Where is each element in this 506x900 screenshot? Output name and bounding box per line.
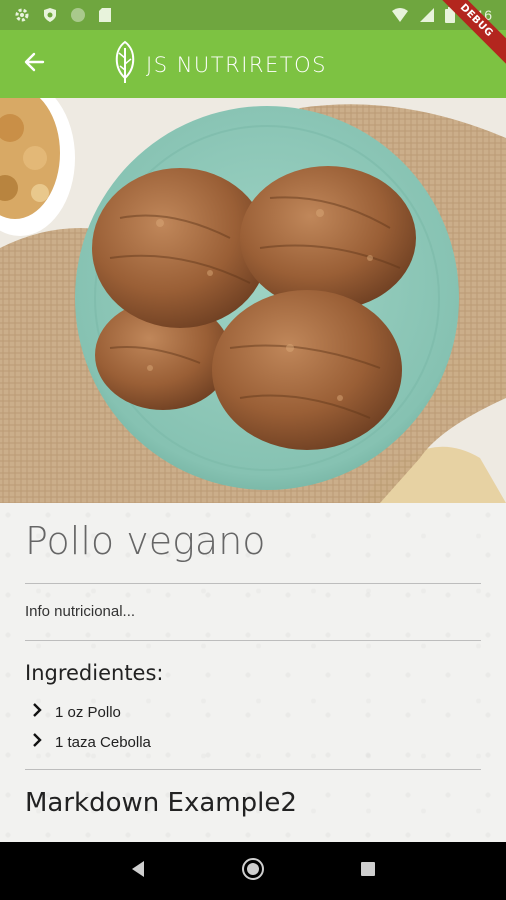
recipe-hero-image bbox=[0, 98, 506, 503]
status-bar: 7:16 bbox=[0, 0, 506, 30]
shield-icon bbox=[42, 7, 58, 23]
nav-recents-button[interactable] bbox=[348, 851, 388, 891]
markdown-heading: Markdown Example2 bbox=[25, 788, 297, 818]
divider bbox=[25, 769, 481, 770]
signal-icon bbox=[419, 7, 435, 23]
arrow-back-icon bbox=[23, 51, 45, 78]
ingredients-list: 1 oz Pollo 1 taza Cebolla bbox=[25, 697, 481, 757]
nutrition-info[interactable]: Info nutricional... bbox=[25, 603, 481, 621]
app-bar: JS NUTRIRETOS bbox=[0, 30, 506, 98]
circle-icon bbox=[70, 7, 86, 23]
recipe-title: Pollo vegano bbox=[25, 519, 266, 563]
divider bbox=[25, 583, 481, 584]
ingredient-item: 1 taza Cebolla bbox=[25, 727, 481, 757]
chevron-right-icon bbox=[31, 702, 49, 722]
divider bbox=[25, 640, 481, 641]
ingredients-heading: Ingredientes: bbox=[25, 661, 164, 685]
leaf-icon bbox=[112, 40, 138, 89]
ingredient-item: 1 oz Pollo bbox=[25, 697, 481, 727]
ingredient-text: 1 taza Cebolla bbox=[55, 733, 151, 751]
back-button[interactable] bbox=[18, 50, 50, 78]
app-title: JS NUTRIRETOS bbox=[146, 52, 327, 77]
wifi-icon bbox=[391, 7, 409, 23]
ingredient-text: 1 oz Pollo bbox=[55, 703, 121, 721]
settings-icon bbox=[14, 7, 30, 23]
nav-back-button[interactable] bbox=[118, 851, 158, 891]
nav-home-button[interactable] bbox=[233, 851, 273, 891]
recipe-content: Pollo vegano Info nutricional... Ingredi… bbox=[0, 503, 506, 842]
system-nav-bar bbox=[0, 842, 506, 900]
recents-square-icon bbox=[360, 861, 376, 882]
sd-card-icon bbox=[98, 7, 112, 23]
back-triangle-icon bbox=[130, 860, 146, 883]
home-circle-icon bbox=[241, 857, 265, 886]
chevron-right-icon bbox=[31, 732, 49, 752]
app-brand: JS NUTRIRETOS bbox=[112, 40, 327, 89]
